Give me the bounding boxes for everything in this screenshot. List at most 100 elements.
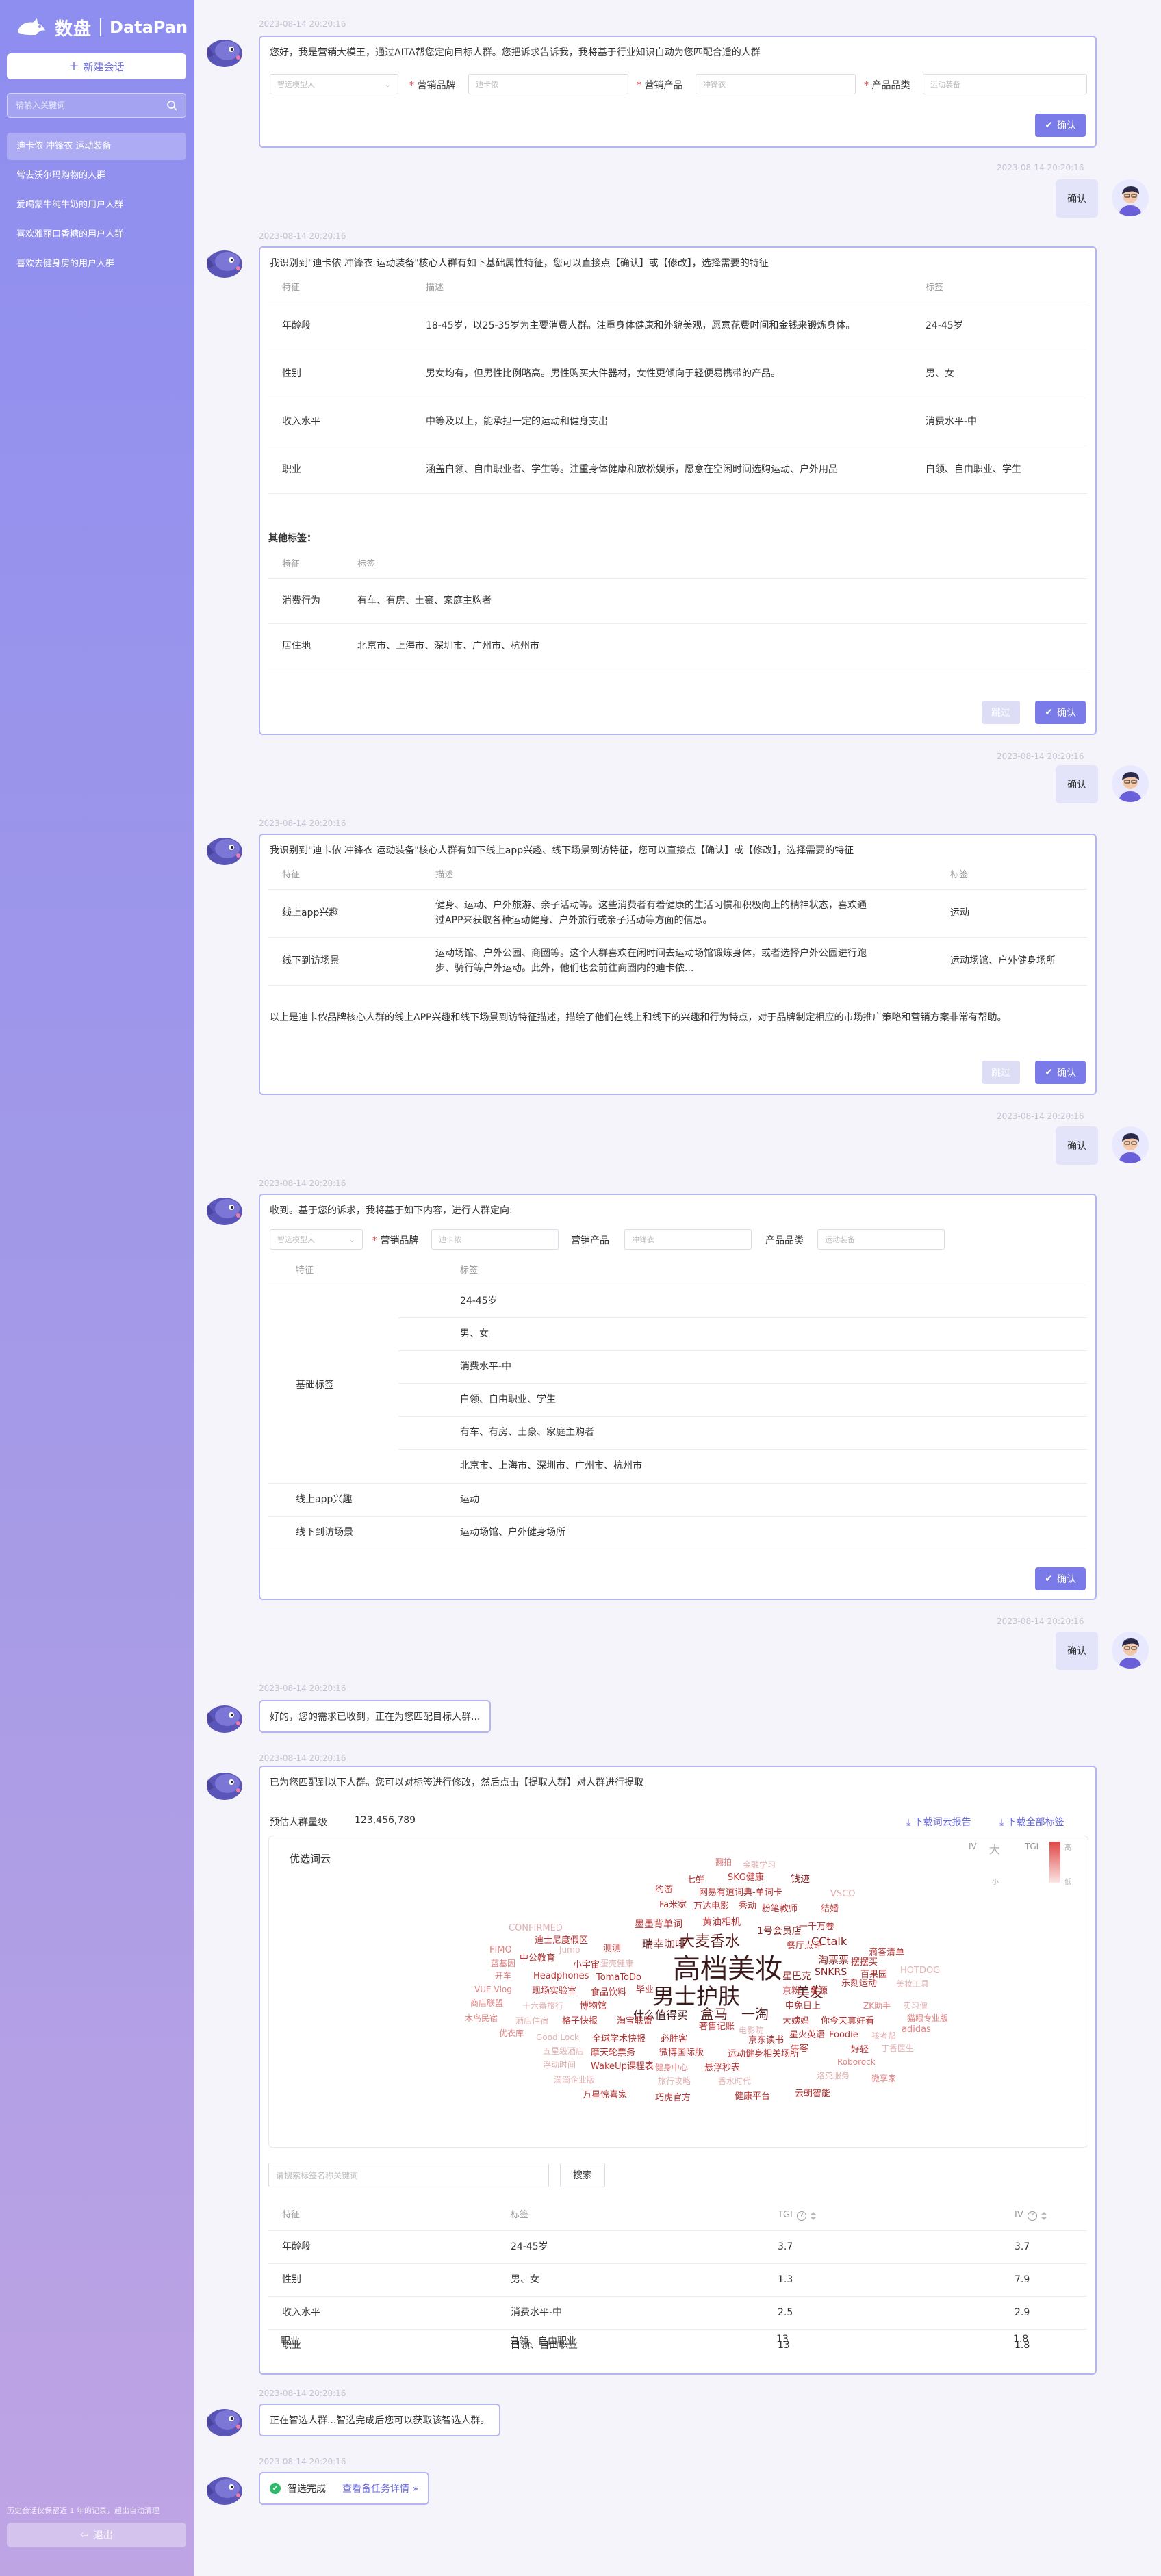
app-logo: 数盘 DataPan: [15, 12, 188, 42]
word-cloud-word: 万星惊喜家: [583, 2090, 628, 2100]
brand-label: * 营销品牌: [372, 1235, 419, 1246]
user-message: 确认: [1056, 179, 1098, 218]
word-cloud-word: 京东读书: [748, 2035, 784, 2046]
tag-search-button[interactable]: 搜索: [560, 2163, 605, 2187]
word-cloud-word: Good Lock: [536, 2033, 579, 2042]
help-icon[interactable]: ?: [1027, 2211, 1037, 2221]
download-report-link[interactable]: ⤓ 下载词云报告: [906, 1815, 971, 1829]
download-all-tags-link[interactable]: ⤓ 下载全部标签: [999, 1815, 1064, 1829]
confirm-button[interactable]: ✔ 确认: [1035, 114, 1086, 137]
word-cloud-word: 滴滴企业版: [554, 2075, 596, 2085]
plus-icon: +: [68, 59, 79, 73]
word-cloud-word: 百果园: [860, 1970, 888, 1980]
table-row: 性别 男女均有，但男性比例略高。男性购买大件器材，女性更倾向于轻便易携带的产品。…: [268, 350, 1087, 398]
table-row: 白领、自由职业、学生: [398, 1384, 1087, 1417]
word-cloud-word: TomaToDo: [596, 1972, 641, 1983]
sidebar-item-history[interactable]: 喜欢去健身房的用户人群: [7, 250, 186, 278]
task-detail-link[interactable]: 查看备任务详情 »: [342, 2482, 418, 2495]
table-row: 收入水平 中等及以上，能承担一定的运动和健身支出 消费水平-中: [268, 398, 1087, 446]
word-cloud-word: ZK助手: [863, 2001, 891, 2011]
word-cloud-word: 木鸟民宿: [465, 2013, 498, 2023]
logout-icon: ⇦: [80, 2529, 88, 2540]
sidebar-item-history[interactable]: 喜欢雅丽口香糖的用户人群: [7, 221, 186, 248]
word-cloud-word: 粉笔教师: [762, 1904, 798, 1914]
word-cloud-word: 约游: [655, 1885, 674, 1895]
word-cloud-word: Headphones: [533, 1971, 589, 1981]
bot-avatar: [204, 33, 246, 68]
table-header: 特征 标签 TGI? IV?: [268, 2201, 1087, 2231]
category-input[interactable]: 运动装备: [817, 1229, 945, 1250]
table-row: 24-45岁: [398, 1285, 1087, 1318]
logout-label: 退出: [93, 2530, 113, 2541]
sort-icon[interactable]: [810, 2211, 816, 2220]
word-cloud-word: 淘宝联盟: [617, 2016, 653, 2026]
sidebar-search-input[interactable]: [16, 101, 166, 110]
word-cloud-word: VSCO: [830, 1889, 856, 1899]
check-circle-icon: ✔: [1045, 1067, 1053, 1078]
model-select[interactable]: 智选模型人 ⌄: [270, 74, 398, 94]
other-tags-title: 其他标签：: [268, 533, 316, 544]
brand-input[interactable]: 迪卡侬: [468, 74, 628, 94]
word-cloud-word: 翻拍: [715, 1857, 732, 1867]
word-cloud-word: 你今天真好看: [821, 2016, 875, 2026]
legend-tgi-high: 高: [1064, 1844, 1071, 1852]
sidebar: 数盘 DataPan + 新建会话 迪卡侬 冲锋衣 运动装备 常去沃尔玛购物的人…: [0, 0, 194, 2576]
word-cloud-word: 摩天轮票务: [591, 2048, 636, 2058]
search-icon[interactable]: [166, 100, 177, 111]
category-input[interactable]: 运动装备: [923, 74, 1087, 94]
word-cloud-word: 好轻: [851, 2045, 869, 2055]
word-cloud-word: 京粉: [782, 1986, 801, 1996]
message-timestamp: 2023-08-14 20:20:16: [997, 1111, 1084, 1121]
confirm-button[interactable]: ✔ 确认: [1035, 1567, 1086, 1590]
product-label: 营销产品: [571, 1235, 609, 1246]
message-timestamp: 2023-08-14 20:20:16: [259, 2457, 346, 2466]
tag-search-input[interactable]: 请搜索标签名称关键词: [268, 2163, 549, 2187]
brand-input[interactable]: 迪卡侬: [431, 1229, 559, 1250]
bot-avatar: [204, 2402, 246, 2438]
table-row: 线上app兴趣 健身、运动、户外旅游、亲子活动等。这些消费者有着健康的生活习惯和…: [268, 890, 1087, 938]
message-card: 收到。基于您的诉求，我将基于如下内容，进行人群定向: 智选模型人 ⌄ * 营销品牌…: [259, 1194, 1097, 1600]
word-cloud-word: 食品饮料: [591, 1987, 627, 1998]
word-cloud-word: 蛋壳健康: [600, 1959, 634, 1968]
sort-icon[interactable]: [1041, 2211, 1047, 2220]
product-input[interactable]: 冲锋衣: [696, 74, 856, 94]
table-row: 年龄段 18-45岁，以25-35岁为主要消费人群。注重身体健康和外貌美观，愿意…: [268, 302, 1087, 350]
word-cloud-word: 迪士尼度假区: [535, 1935, 589, 1946]
table-header: 特征 描述 标签: [268, 862, 1087, 890]
sidebar-item-history[interactable]: 迪卡侬 冲锋衣 运动装备: [7, 133, 186, 160]
table-row: 男、女: [398, 1318, 1087, 1351]
word-cloud-word: 小宇宙: [573, 1960, 600, 1970]
word-cloud-word: 微享家: [871, 2074, 897, 2083]
word-cloud-word: 孩考帮: [871, 2031, 897, 2041]
help-icon[interactable]: ?: [796, 2211, 806, 2221]
sidebar-item-history[interactable]: 爱喝蒙牛纯牛奶的用户人群: [7, 192, 186, 219]
new-chat-button[interactable]: + 新建会话: [7, 53, 186, 79]
history-note: 历史会话仅保留近 1 年的记录，超出自动清理: [7, 2506, 160, 2515]
basic-tags-label: 基础标签: [268, 1285, 398, 1484]
skip-button[interactable]: 跳过: [982, 701, 1020, 724]
word-cloud-word: Foodie: [829, 2030, 858, 2040]
model-select[interactable]: 智选模型人 ⌄: [270, 1229, 363, 1250]
word-cloud-word: 商店联盟: [470, 1998, 504, 2008]
legend-iv-big: 大: [989, 1843, 1001, 1856]
bot-avatar: [204, 2471, 246, 2506]
chat-area: 2023-08-14 20:20:16 您好，我是营销大模王，通过AITA帮您定…: [194, 0, 1161, 2576]
confirm-button[interactable]: ✔ 确认: [1035, 1061, 1086, 1084]
word-cloud-word: 丁香医生: [881, 2044, 915, 2053]
chevron-down-icon: ⌄: [384, 79, 391, 89]
word-cloud-word: 大麦香水: [680, 1933, 741, 1950]
check-circle-icon: ✔: [1045, 1573, 1053, 1584]
skip-button[interactable]: 跳过: [982, 1061, 1020, 1084]
message-timestamp: 2023-08-14 20:20:16: [997, 163, 1084, 172]
sidebar-item-history[interactable]: 常去沃尔玛购物的人群: [7, 162, 186, 190]
word-cloud-word: 盒马: [700, 2006, 728, 2022]
logout-button[interactable]: ⇦ 退出: [7, 2523, 186, 2547]
confirm-button[interactable]: ✔ 确认: [1035, 701, 1086, 724]
check-circle-icon: ✔: [1045, 707, 1053, 718]
download-icon: ⤓: [906, 1817, 911, 1828]
message-timestamp: 2023-08-14 20:20:16: [259, 231, 346, 241]
word-cloud-word: 网易有道词典-单词卡: [699, 1888, 782, 1898]
word-cloud-word: 中免日上: [785, 2001, 821, 2011]
product-input[interactable]: 冲锋衣: [624, 1229, 752, 1250]
app-name-en: DataPan: [110, 18, 188, 37]
